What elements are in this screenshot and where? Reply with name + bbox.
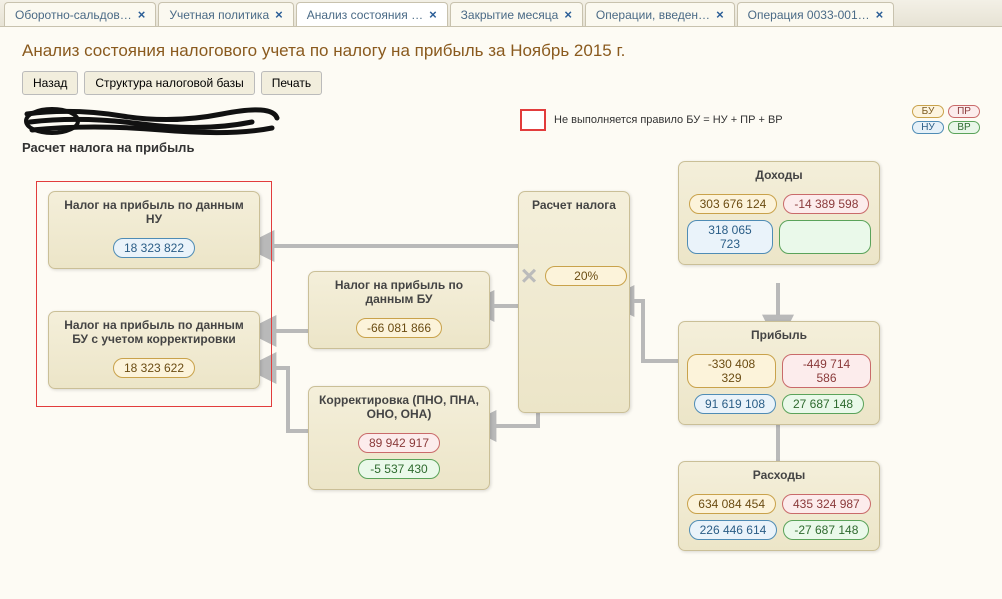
redacted-area [22, 106, 282, 134]
card-income[interactable]: Доходы 303 676 124 -14 389 598 318 065 7… [678, 161, 880, 265]
rule-violation-icon [520, 109, 546, 131]
print-button[interactable]: Печать [261, 71, 322, 95]
card-tax-bu[interactable]: Налог на прибыль по данным БУ -66 081 86… [308, 271, 490, 349]
value-corr-pr: 89 942 917 [358, 433, 440, 453]
value-bu-corr: 18 323 622 [113, 358, 195, 378]
close-icon[interactable]: × [275, 7, 283, 22]
card-expense[interactable]: Расходы 634 084 454 435 324 987 226 446 … [678, 461, 880, 551]
card-calc[interactable]: Расчет налога × 20% [518, 191, 630, 413]
tab-uchetnaya[interactable]: Учетная политика× [158, 2, 293, 26]
value-rate: 20% [545, 266, 627, 286]
tab-operacii[interactable]: Операции, введен…× [585, 2, 735, 26]
legend-pr: ПР [948, 105, 980, 118]
diagram-canvas: Налог на прибыль по данным НУ 18 323 822… [18, 161, 984, 599]
close-icon[interactable]: × [429, 7, 437, 22]
back-button[interactable]: Назад [22, 71, 78, 95]
structure-button[interactable]: Структура налоговой базы [84, 71, 254, 95]
close-icon[interactable]: × [564, 7, 572, 22]
rule-text: Не выполняется правило БУ = НУ + ПР + ВР [554, 114, 904, 126]
page-title: Анализ состояния налогового учета по нал… [0, 27, 1002, 71]
toolbar: Назад Структура налоговой базы Печать [0, 71, 1002, 105]
legend-nu: НУ [912, 121, 944, 134]
multiply-icon: × [521, 260, 537, 292]
tab-zakrytie[interactable]: Закрытие месяца× [450, 2, 583, 26]
close-icon[interactable]: × [876, 7, 884, 22]
card-tax-bu-corr[interactable]: Налог на прибыль по данным БУ с учетом к… [48, 311, 260, 389]
legend-row: Не выполняется правило БУ = НУ + ПР + ВР… [0, 105, 1002, 138]
card-tax-nu[interactable]: Налог на прибыль по данным НУ 18 323 822 [48, 191, 260, 269]
tab-bar: Оборотно-сальдов…× Учетная политика× Ана… [0, 0, 1002, 27]
value-corr-vr: -5 537 430 [358, 459, 440, 479]
tab-oborotno[interactable]: Оборотно-сальдов…× [4, 2, 156, 26]
legend-bu: БУ [912, 105, 944, 118]
card-profit[interactable]: Прибыль -330 408 329 -449 714 586 91 619… [678, 321, 880, 425]
tab-analiz[interactable]: Анализ состояния …× [296, 2, 448, 26]
value-bu: -66 081 866 [356, 318, 442, 338]
tab-operacia-0033[interactable]: Операция 0033-001…× [737, 2, 895, 26]
pill-legend: БУ ПР НУ ВР [912, 105, 980, 134]
close-icon[interactable]: × [138, 7, 146, 22]
legend-vr: ВР [948, 121, 980, 134]
close-icon[interactable]: × [716, 7, 724, 22]
card-correction[interactable]: Корректировка (ПНО, ПНА, ОНО, ОНА) 89 94… [308, 386, 490, 490]
value-nu: 18 323 822 [113, 238, 195, 258]
